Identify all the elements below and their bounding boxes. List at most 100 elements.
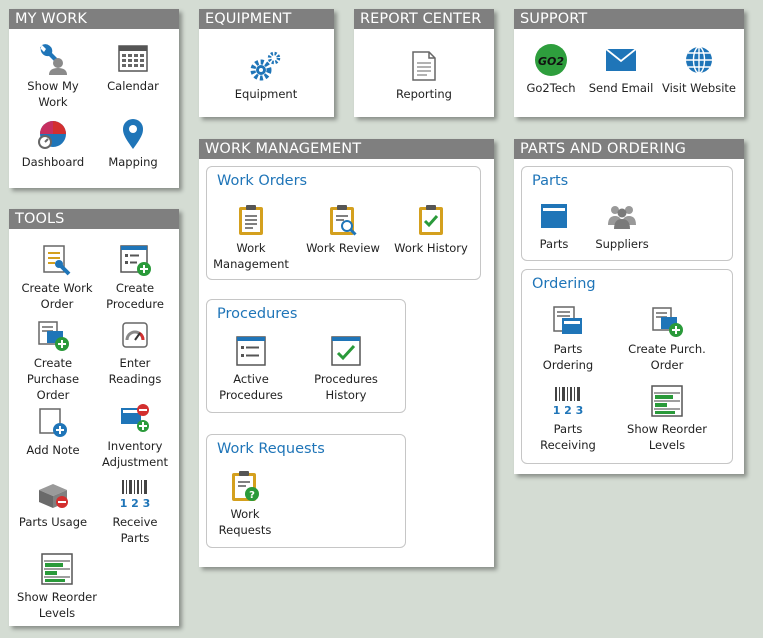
inventory-adjustment-button[interactable]: Inventory Adjustment xyxy=(95,401,175,470)
procedure-check-icon xyxy=(329,334,363,368)
report-center-panel: REPORT CENTER Reporting xyxy=(354,9,494,117)
suppliers-button[interactable]: Suppliers xyxy=(588,199,656,252)
equipment-panel: EQUIPMENT Equipment xyxy=(199,9,334,117)
active-procedures-label: Active Procedures xyxy=(219,372,283,402)
show-reorder-levels-button[interactable]: Show Reorder Levels xyxy=(622,384,712,453)
parts-receiving-button[interactable]: 1 2 3 Parts Receiving xyxy=(528,384,608,453)
parts-ordering-button[interactable]: Parts Ordering xyxy=(528,304,608,373)
procedures-history-button[interactable]: Procedures History xyxy=(305,334,387,403)
work-management-panel: WORK MANAGEMENT Work Orders Work Managem… xyxy=(199,139,494,567)
equipment-label: Equipment xyxy=(234,87,298,101)
work-management-header: WORK MANAGEMENT xyxy=(199,139,494,159)
suppliers-label: Suppliers xyxy=(595,237,649,251)
ordering-group: Ordering Parts Ordering Create Purch. Or… xyxy=(521,269,733,464)
envelope-icon xyxy=(604,43,638,77)
create-procedure-label: Create Procedure xyxy=(106,281,164,311)
clipboard-check-icon xyxy=(414,203,448,237)
work-history-button[interactable]: Work History xyxy=(390,203,472,256)
purchase-order-add-icon xyxy=(650,304,684,338)
dashboard-label: Dashboard xyxy=(21,155,85,169)
parts-usage-button[interactable]: Parts Usage xyxy=(13,477,93,530)
reporting-button[interactable]: Reporting xyxy=(384,49,464,102)
parts-ordering-label: Parts Ordering xyxy=(542,342,594,372)
work-requests-button[interactable]: ? Work Requests xyxy=(205,469,285,538)
add-note-button[interactable]: Add Note xyxy=(13,405,93,458)
go2tech-button[interactable]: GO2 Go2Tech xyxy=(517,43,585,96)
tools-header: TOOLS xyxy=(9,209,179,229)
document-wrench-icon xyxy=(40,243,74,277)
show-my-work-button[interactable]: Show My Work xyxy=(13,41,93,110)
pie-chart-icon xyxy=(36,117,70,151)
my-work-panel: MY WORK Show My Work Calendar Dashboard … xyxy=(9,9,179,188)
calendar-button[interactable]: Calendar xyxy=(93,41,173,94)
barcode-digits: 1 2 3 xyxy=(120,497,151,510)
dashboard-button[interactable]: Dashboard xyxy=(13,117,93,170)
parts-group: Parts Parts Suppliers xyxy=(521,166,733,261)
inventory-adjustment-label: Inventory Adjustment xyxy=(101,439,169,469)
send-email-button[interactable]: Send Email xyxy=(585,43,657,96)
barcode-icon: 1 2 3 xyxy=(118,477,152,511)
active-procedures-button[interactable]: Active Procedures xyxy=(210,334,292,403)
tools-panel: TOOLS Create Work Order Create Procedure xyxy=(9,209,179,626)
map-pin-icon xyxy=(116,117,150,151)
equipment-header: EQUIPMENT xyxy=(199,9,334,29)
go2tech-logo-text: GO2 xyxy=(538,55,564,68)
create-procedure-button[interactable]: Create Procedure xyxy=(95,243,175,312)
calendar-icon xyxy=(116,41,150,75)
work-review-button[interactable]: Work Review xyxy=(302,203,384,256)
parts-group-title: Parts xyxy=(532,173,569,189)
parts-label: Parts xyxy=(539,237,569,251)
barcode-icon: 1 2 3 xyxy=(551,384,585,418)
create-purch-order-button[interactable]: Create Purch. Order xyxy=(622,304,712,373)
support-panel: SUPPORT GO2 Go2Tech Send Email Visit Web… xyxy=(514,9,744,117)
box-remove-icon xyxy=(36,477,70,511)
add-note-label: Add Note xyxy=(26,443,80,457)
visit-website-button[interactable]: Visit Website xyxy=(657,43,741,96)
procedures-history-label: Procedures History xyxy=(314,372,378,402)
work-history-label: Work History xyxy=(394,241,468,255)
parts-button[interactable]: Parts xyxy=(522,199,586,252)
purchase-order-add-icon xyxy=(36,318,70,352)
equipment-button[interactable]: Equipment xyxy=(226,49,306,102)
report-document-icon xyxy=(407,49,441,83)
inventory-adjust-icon xyxy=(118,401,152,435)
show-reorder-levels-button[interactable]: Show Reorder Levels xyxy=(13,552,101,621)
globe-icon xyxy=(682,43,716,77)
work-management-label: Work Management xyxy=(213,241,289,271)
parts-receiving-label: Parts Receiving xyxy=(540,422,596,452)
parts-order-icon xyxy=(551,304,585,338)
support-header: SUPPORT xyxy=(514,9,744,29)
show-reorder-levels-label: Show Reorder Levels xyxy=(17,590,97,620)
visit-website-label: Visit Website xyxy=(661,81,736,95)
reorder-levels-icon xyxy=(650,384,684,418)
procedure-add-icon xyxy=(118,243,152,277)
show-my-work-label: Show My Work xyxy=(27,79,79,109)
create-work-order-button[interactable]: Create Work Order xyxy=(13,243,101,312)
reorder-levels-icon xyxy=(40,552,74,586)
show-reorder-levels-label: Show Reorder Levels xyxy=(627,422,707,452)
wrench-user-icon xyxy=(36,41,70,75)
parts-window-icon xyxy=(537,199,571,233)
clipboard-search-icon xyxy=(326,203,360,237)
svg-text:?: ? xyxy=(249,490,255,501)
parts-usage-label: Parts Usage xyxy=(18,515,88,529)
receive-parts-button[interactable]: 1 2 3 Receive Parts xyxy=(95,477,175,546)
ordering-group-title: Ordering xyxy=(532,276,596,292)
go2tech-label: Go2Tech xyxy=(526,81,576,95)
enter-readings-button[interactable]: Enter Readings xyxy=(95,318,175,387)
work-orders-title: Work Orders xyxy=(217,173,308,189)
barcode-digits: 1 2 3 xyxy=(553,404,584,417)
parts-and-ordering-panel: PARTS AND ORDERING Parts Parts Suppliers xyxy=(514,139,744,474)
report-center-header: REPORT CENTER xyxy=(354,9,494,29)
gears-icon xyxy=(249,49,283,83)
calendar-label: Calendar xyxy=(107,79,159,93)
parts-and-ordering-header: PARTS AND ORDERING xyxy=(514,139,744,159)
procedures-title: Procedures xyxy=(217,306,298,322)
go2tech-logo-icon: GO2 xyxy=(534,43,568,77)
receive-parts-label: Receive Parts xyxy=(112,515,158,545)
mapping-label: Mapping xyxy=(108,155,158,169)
work-orders-group: Work Orders Work Management Work Review … xyxy=(206,166,481,280)
work-management-button[interactable]: Work Management xyxy=(210,203,292,272)
create-purchase-order-button[interactable]: Create Purchase Order xyxy=(13,318,93,403)
mapping-button[interactable]: Mapping xyxy=(93,117,173,170)
